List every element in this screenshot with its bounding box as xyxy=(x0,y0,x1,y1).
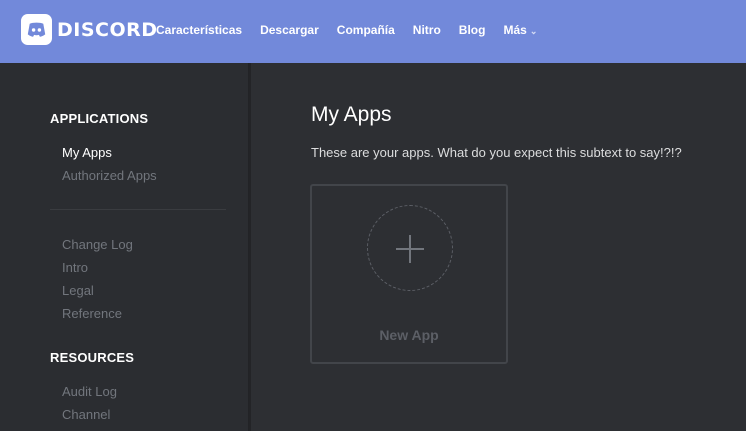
add-icon xyxy=(367,205,453,291)
nav-link-compania[interactable]: Compañía xyxy=(337,22,395,39)
sidebar-item-change-log[interactable]: Change Log xyxy=(62,237,133,252)
nav-link-mas[interactable]: Más ⌄ xyxy=(503,22,537,39)
sidebar-item-legal[interactable]: Legal xyxy=(62,283,94,298)
nav-link-mas-label: Más xyxy=(503,23,527,37)
brand-wordmark: DISCORD xyxy=(57,18,158,41)
nav-link-blog[interactable]: Blog xyxy=(459,22,486,39)
page-title: My Apps xyxy=(311,103,392,126)
nav-links: Características Descargar Compañía Nitro… xyxy=(156,22,555,39)
sidebar: APPLICATIONS My Apps Authorized Apps Cha… xyxy=(0,63,250,431)
section-heading-applications: APPLICATIONS xyxy=(50,111,149,126)
chevron-down-icon: ⌄ xyxy=(529,26,538,36)
discord-logo-icon xyxy=(21,14,52,45)
plus-vertical-bar xyxy=(409,235,411,263)
page-subtitle: These are your apps. What do you expect … xyxy=(311,145,682,160)
main-content: My Apps These are your apps. What do you… xyxy=(251,63,746,431)
nav-link-caracteristicas[interactable]: Características xyxy=(156,22,242,39)
sidebar-item-authorized-apps[interactable]: Authorized Apps xyxy=(62,168,157,183)
new-app-label: New App xyxy=(379,327,439,343)
new-app-card[interactable]: New App xyxy=(310,184,508,364)
brand-logo[interactable]: DISCORD xyxy=(21,14,158,45)
sidebar-item-audit-log[interactable]: Audit Log xyxy=(62,384,117,399)
sidebar-divider xyxy=(50,209,226,210)
sidebar-item-reference[interactable]: Reference xyxy=(62,306,122,321)
sidebar-item-channel[interactable]: Channel xyxy=(62,407,110,422)
nav-link-nitro[interactable]: Nitro xyxy=(413,22,441,39)
sidebar-item-intro[interactable]: Intro xyxy=(62,260,88,275)
nav-link-descargar[interactable]: Descargar xyxy=(260,22,319,39)
section-heading-resources: RESOURCES xyxy=(50,350,135,365)
top-navigation-bar: DISCORD Características Descargar Compañ… xyxy=(0,0,746,63)
sidebar-item-my-apps[interactable]: My Apps xyxy=(62,145,112,160)
